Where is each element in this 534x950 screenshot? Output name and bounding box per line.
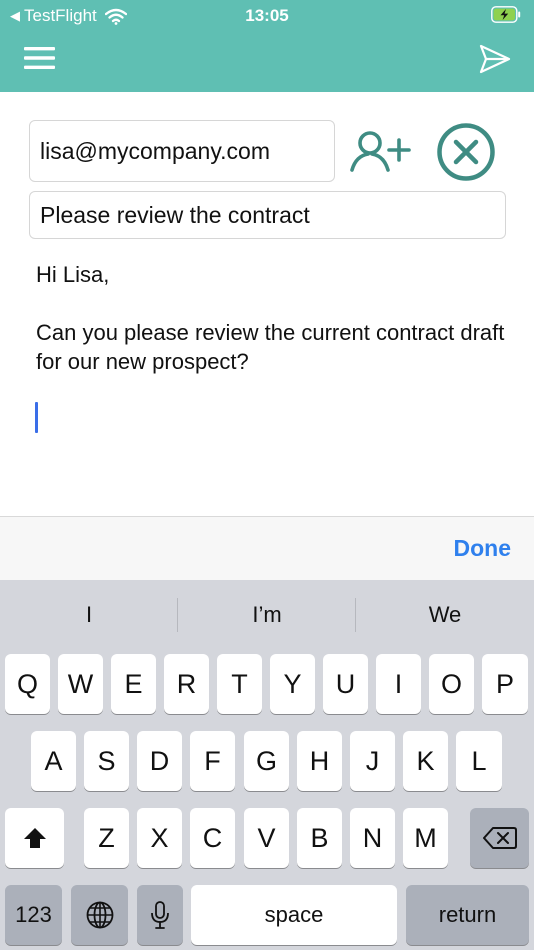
key-h[interactable]: H xyxy=(297,731,342,791)
key-k[interactable]: K xyxy=(403,731,448,791)
hamburger-menu-icon[interactable] xyxy=(24,46,56,70)
key-r[interactable]: R xyxy=(164,654,209,714)
key-i[interactable]: I xyxy=(376,654,421,714)
key-y[interactable]: Y xyxy=(270,654,315,714)
key-x[interactable]: X xyxy=(137,808,182,868)
backspace-icon xyxy=(482,827,517,849)
shift-arrow-icon xyxy=(23,828,46,848)
text-cursor xyxy=(35,402,38,433)
suggestion-2[interactable]: I’m xyxy=(178,580,356,650)
key-c[interactable]: C xyxy=(190,808,235,868)
keyboard-accessory-bar: Done xyxy=(0,516,534,581)
globe-icon xyxy=(86,901,113,929)
circle-x-icon[interactable] xyxy=(436,122,496,182)
key-m[interactable]: M xyxy=(403,808,448,868)
suggestion-1[interactable]: I xyxy=(0,580,178,650)
message-body[interactable]: Hi Lisa, Can you please review the curre… xyxy=(36,260,506,376)
numbers-key[interactable]: 123 xyxy=(5,885,62,945)
key-u[interactable]: U xyxy=(323,654,368,714)
key-j[interactable]: J xyxy=(350,731,395,791)
key-s[interactable]: S xyxy=(84,731,129,791)
key-a[interactable]: A xyxy=(31,731,76,791)
battery-charging-icon xyxy=(491,6,521,23)
suggestion-3[interactable]: We xyxy=(356,580,534,650)
recipient-email-field[interactable] xyxy=(29,120,335,182)
key-o[interactable]: O xyxy=(429,654,474,714)
space-key[interactable]: space xyxy=(191,885,397,945)
microphone-icon xyxy=(151,901,169,929)
shift-key[interactable] xyxy=(5,808,64,868)
key-v[interactable]: V xyxy=(244,808,289,868)
key-f[interactable]: F xyxy=(190,731,235,791)
key-z[interactable]: Z xyxy=(84,808,129,868)
return-key[interactable]: return xyxy=(406,885,529,945)
key-d[interactable]: D xyxy=(137,731,182,791)
done-button[interactable]: Done xyxy=(454,535,512,562)
keyboard: I I’m We Q W E R T Y U I O P A S D F G H… xyxy=(0,580,534,950)
key-b[interactable]: B xyxy=(297,808,342,868)
dictation-key[interactable] xyxy=(137,885,183,945)
key-e[interactable]: E xyxy=(111,654,156,714)
subject-field[interactable] xyxy=(29,191,506,239)
key-n[interactable]: N xyxy=(350,808,395,868)
key-l[interactable]: L xyxy=(456,731,502,791)
key-t[interactable]: T xyxy=(217,654,262,714)
key-g[interactable]: G xyxy=(244,731,289,791)
add-person-icon[interactable] xyxy=(348,128,412,174)
globe-key[interactable] xyxy=(71,885,128,945)
key-q[interactable]: Q xyxy=(5,654,50,714)
delete-key[interactable] xyxy=(470,808,529,868)
key-p[interactable]: P xyxy=(482,654,528,714)
status-time: 13:05 xyxy=(245,6,289,25)
key-w[interactable]: W xyxy=(58,654,103,714)
paper-plane-send-icon[interactable] xyxy=(478,43,512,75)
